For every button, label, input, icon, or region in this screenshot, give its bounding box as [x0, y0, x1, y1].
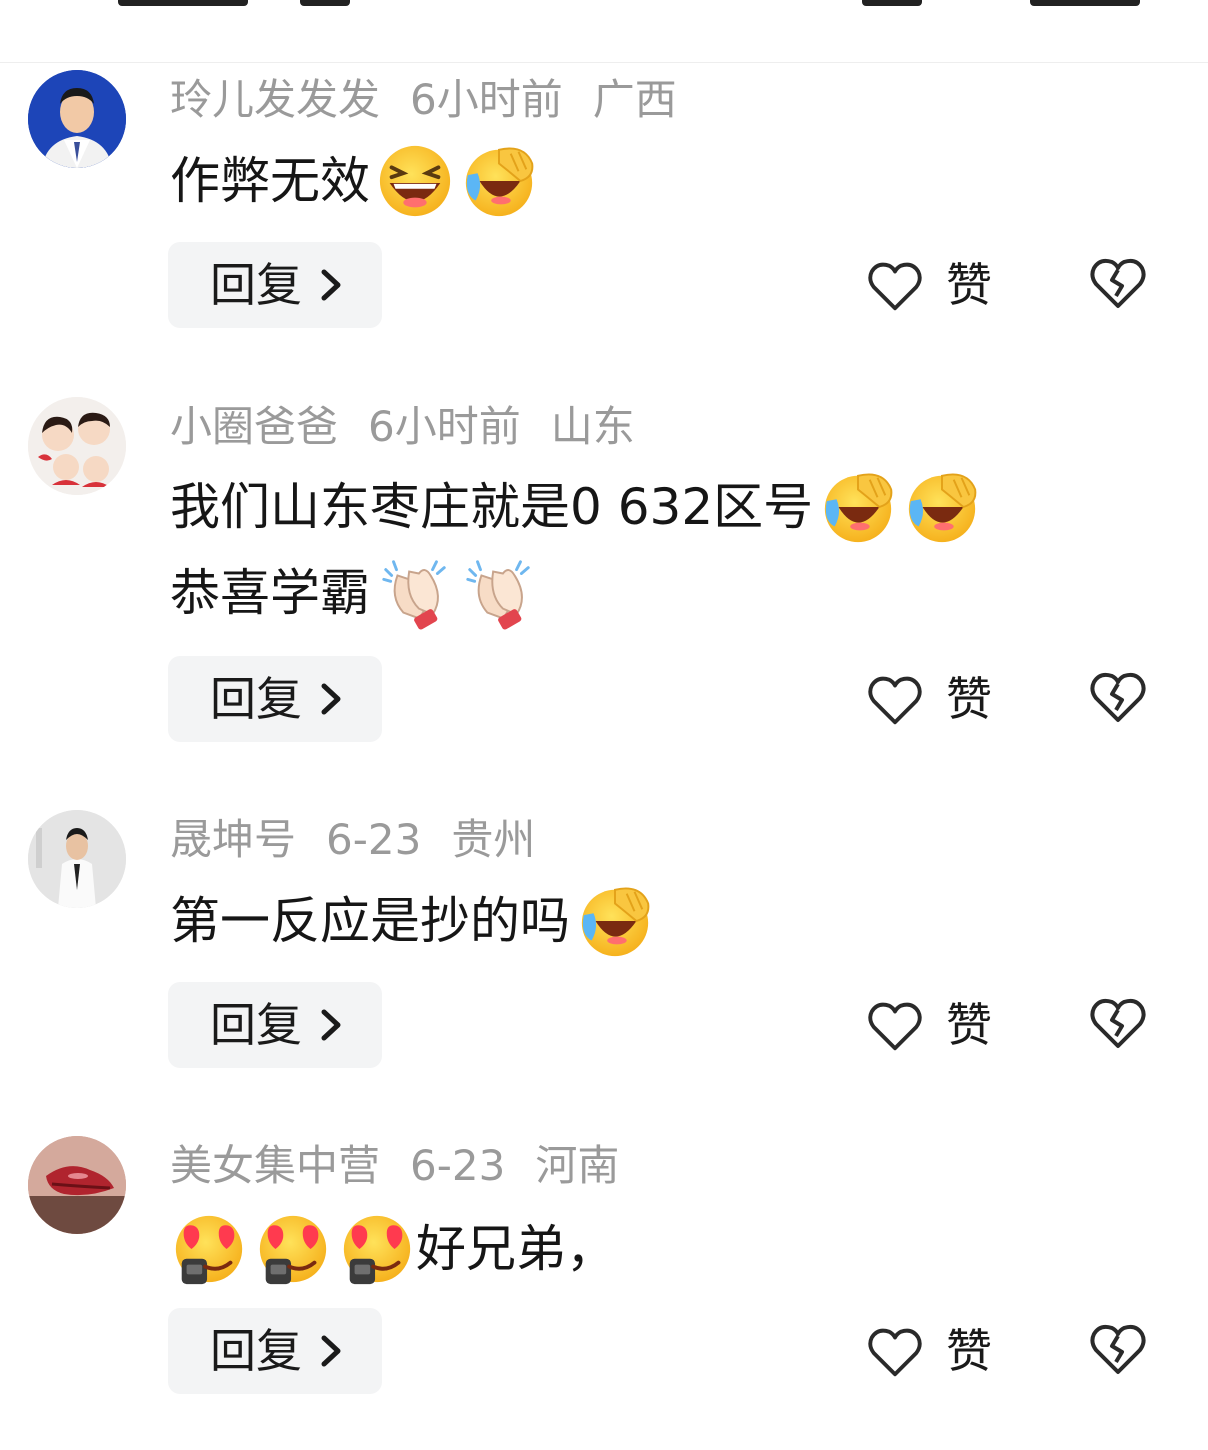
- timestamp: 6-23: [326, 815, 422, 864]
- avatar-image: [28, 1136, 126, 1234]
- heart-eyes-emoji: [170, 1210, 248, 1288]
- like-button[interactable]: 赞: [866, 990, 1006, 1060]
- reply-button[interactable]: 回复: [168, 982, 382, 1068]
- comment-text: 第一反应是抄的吗: [170, 878, 654, 964]
- timestamp: 6小时前: [368, 402, 521, 451]
- region: 贵州: [451, 815, 536, 864]
- reply-button[interactable]: 回复: [168, 656, 382, 742]
- broken-heart-icon: [1088, 254, 1148, 314]
- comment-meta: 晟坤号 6-23 贵州: [170, 812, 565, 868]
- heart-eyes-emoji: [254, 1210, 332, 1288]
- reply-button[interactable]: 回复: [168, 1308, 382, 1394]
- comment-text-line: 第一反应是抄的吗: [170, 892, 570, 950]
- timestamp: 6-23: [410, 1141, 506, 1190]
- dislike-button[interactable]: [1088, 254, 1150, 316]
- avatar-image: [28, 810, 126, 908]
- timestamp: 6小时前: [410, 75, 563, 124]
- avatar-image: [28, 397, 126, 495]
- username[interactable]: 小圈爸爸: [170, 402, 338, 451]
- region: 山东: [550, 402, 635, 451]
- chevron-right-icon: [318, 682, 344, 716]
- avatar[interactable]: [28, 70, 126, 168]
- chevron-right-icon: [318, 268, 344, 302]
- comment-meta: 小圈爸爸 6小时前 山东: [170, 399, 665, 455]
- chevron-right-icon: [318, 1334, 344, 1368]
- dislike-button[interactable]: [1088, 994, 1150, 1056]
- crying-laughing-emoji: [460, 142, 538, 220]
- heart-icon: [866, 672, 924, 730]
- comment-meta: 玲儿发发发 6小时前 广西: [170, 72, 707, 128]
- heart-icon: [866, 998, 924, 1056]
- reply-label: 回复: [210, 258, 302, 312]
- broken-heart-icon: [1088, 994, 1148, 1054]
- comment-text-line: 我们山东枣庄就是0 632区号: [170, 478, 814, 536]
- username[interactable]: 晟坤号: [170, 815, 296, 864]
- avatar[interactable]: [28, 1136, 126, 1234]
- chevron-right-icon: [318, 1008, 344, 1042]
- dislike-button[interactable]: [1088, 1320, 1150, 1382]
- reply-button[interactable]: 回复: [168, 242, 382, 328]
- avatar-image: [28, 70, 126, 168]
- comment-text: 好兄弟，: [170, 1206, 616, 1292]
- like-label: 赞: [946, 998, 992, 1052]
- clapping-emoji: [376, 554, 454, 632]
- clapping-emoji: [460, 554, 538, 632]
- like-label: 赞: [946, 672, 992, 726]
- crying-laughing-emoji: [576, 882, 654, 960]
- reply-label: 回复: [210, 998, 302, 1052]
- like-button[interactable]: 赞: [866, 664, 1006, 734]
- laughing-emoji: [376, 142, 454, 220]
- comment-text-line: 恭喜学霸: [170, 564, 370, 622]
- comment-text: 恭喜学霸: [170, 550, 538, 636]
- username[interactable]: 美女集中营: [170, 1141, 380, 1190]
- crying-laughing-emoji: [819, 468, 897, 546]
- like-label: 赞: [946, 258, 992, 312]
- broken-heart-icon: [1088, 1320, 1148, 1380]
- avatar[interactable]: [28, 397, 126, 495]
- like-button[interactable]: 赞: [866, 250, 1006, 320]
- comment-meta: 美女集中营 6-23 河南: [170, 1138, 649, 1194]
- region: 河南: [535, 1141, 620, 1190]
- reply-label: 回复: [210, 1324, 302, 1378]
- comment-text: 作弊无效: [170, 138, 538, 224]
- comment-text: 我们山东枣庄就是0 632区号: [170, 464, 981, 550]
- comment-text-line: 作弊无效: [170, 152, 370, 210]
- heart-icon: [866, 258, 924, 316]
- reply-label: 回复: [210, 672, 302, 726]
- crying-laughing-emoji: [903, 468, 981, 546]
- broken-heart-icon: [1088, 668, 1148, 728]
- comment-text-line: 好兄弟，: [416, 1220, 616, 1278]
- like-button[interactable]: 赞: [866, 1316, 1006, 1386]
- like-label: 赞: [946, 1324, 992, 1378]
- top-header-fragment: [0, 0, 1208, 63]
- avatar[interactable]: [28, 810, 126, 908]
- region: 广西: [592, 75, 677, 124]
- heart-eyes-emoji: [338, 1210, 416, 1288]
- username[interactable]: 玲儿发发发: [170, 75, 380, 124]
- dislike-button[interactable]: [1088, 668, 1150, 730]
- heart-icon: [866, 1324, 924, 1382]
